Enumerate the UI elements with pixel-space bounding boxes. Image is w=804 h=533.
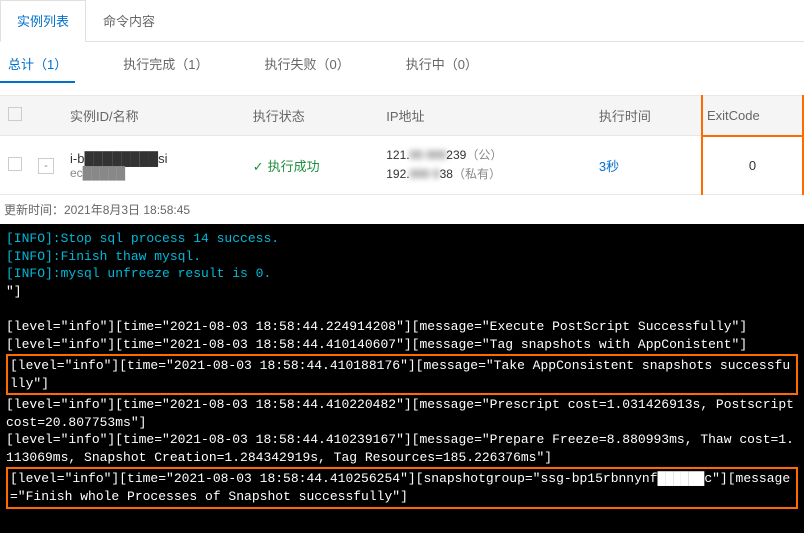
log-line [6,510,798,528]
log-line: [level="info"][time="2021-08-03 18:58:44… [10,470,794,505]
ip-private: 192.000 038（私有） [386,165,583,184]
exit-code-value: 0 [702,136,803,195]
log-line [6,301,798,319]
instance-id: i-b████████si [70,151,237,166]
filter-total[interactable]: 总计（1） [0,54,75,83]
log-line: [INFO]:Stop sql process 14 success. [6,230,798,248]
exec-time-link[interactable]: 3秒 [599,159,619,174]
log-line: "] [6,283,798,301]
table-row: - i-b████████si ec█████ 执行成功 121.00 0002… [0,136,803,195]
log-line: [level="info"][time="2021-08-03 18:58:44… [6,336,798,354]
log-line: [INFO]:Finish thaw mysql. [6,248,798,266]
log-line: [level="info"][time="2021-08-03 18:58:44… [10,357,794,392]
ip-public: 121.00 000239（公） [386,146,583,165]
status-success: 执行成功 [253,159,320,174]
highlighted-log-1: [level="info"][time="2021-08-03 18:58:44… [6,354,798,395]
filter-fail[interactable]: 执行失败（0） [256,54,357,83]
header-instance: 实例ID/名称 [62,96,245,136]
instance-table: 实例ID/名称 执行状态 IP地址 执行时间 ExitCode - i-b███… [0,95,804,195]
instance-name-sub: ec█████ [70,166,237,180]
header-status: 执行状态 [245,96,378,136]
header-time: 执行时间 [591,96,702,136]
log-line: [INFO]:mysql unfreeze result is 0. [6,265,798,283]
log-line: [level="info"][time="2021-08-03 18:58:44… [6,431,798,466]
log-line: [level="info"][time="2021-08-03 18:58:44… [6,318,798,336]
expand-row-button[interactable]: - [38,158,54,174]
select-all-checkbox[interactable] [8,107,22,121]
header-ip: IP地址 [378,96,591,136]
log-line: [level="info"][time="2021-08-03 18:58:44… [6,396,798,431]
filter-running[interactable]: 执行中（0） [398,54,486,83]
filter-bar: 总计（1） 执行完成（1） 执行失败（0） 执行中（0） [0,42,804,95]
console-output: [INFO]:Stop sql process 14 success. [INF… [0,224,804,533]
filter-done[interactable]: 执行完成（1） [115,54,216,83]
header-exitcode: ExitCode [702,96,803,136]
tab-instance-list[interactable]: 实例列表 [0,0,86,42]
tab-bar: 实例列表 命令内容 [0,0,804,42]
highlighted-log-2: [level="info"][time="2021-08-03 18:58:44… [6,467,798,508]
tab-command-content[interactable]: 命令内容 [86,0,172,41]
row-checkbox[interactable] [8,157,22,171]
update-time: 更新时间：2021年8月3日 18:58:45 [0,195,804,224]
